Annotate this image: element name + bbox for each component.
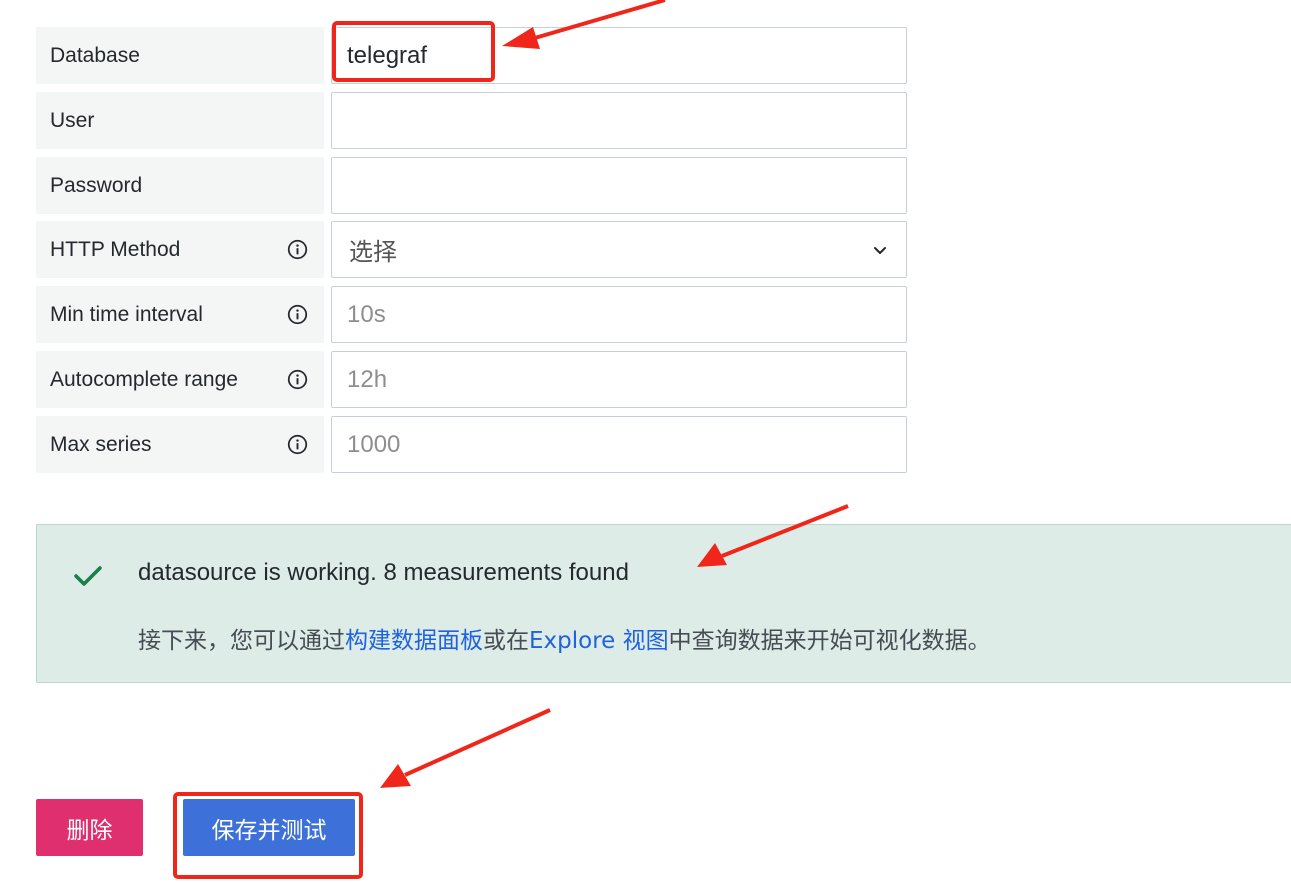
database-input[interactable] bbox=[347, 41, 906, 70]
alert-body-prefix: 接下来，您可以通过 bbox=[138, 628, 345, 654]
database-label: Database bbox=[36, 27, 324, 84]
info-icon[interactable] bbox=[287, 304, 308, 325]
info-icon[interactable] bbox=[287, 239, 308, 260]
build-dashboard-link[interactable]: 构建数据面板 bbox=[345, 628, 483, 654]
max-series-label: Max series bbox=[50, 432, 152, 456]
max-series-label-cell: Max series bbox=[36, 416, 324, 473]
user-field-wrapper[interactable] bbox=[331, 92, 907, 149]
min-time-interval-field-wrapper[interactable] bbox=[331, 286, 907, 343]
form-row-http-method: HTTP Method 选择 bbox=[36, 221, 907, 279]
annotation-arrow-save bbox=[380, 708, 551, 788]
min-time-interval-label: Min time interval bbox=[50, 302, 203, 326]
form-row-user: User bbox=[36, 92, 907, 150]
max-series-input[interactable] bbox=[347, 430, 906, 459]
password-label: Password bbox=[36, 157, 324, 214]
max-series-field-wrapper[interactable] bbox=[331, 416, 907, 473]
alert-body: 接下来，您可以通过构建数据面板或在Explore 视图中查询数据来开始可视化数据… bbox=[138, 621, 991, 655]
http-method-select-value: 选择 bbox=[349, 239, 397, 266]
http-method-select[interactable]: 选择 bbox=[331, 221, 907, 278]
alert-title: datasource is working. 8 measurements fo… bbox=[138, 559, 629, 586]
password-field-wrapper[interactable] bbox=[331, 157, 907, 214]
form-row-password: Password bbox=[36, 157, 907, 215]
user-input[interactable] bbox=[347, 106, 906, 135]
save-and-test-button[interactable]: 保存并测试 bbox=[183, 799, 355, 856]
form-row-max-series: Max series bbox=[36, 416, 907, 474]
autocomplete-range-field-wrapper[interactable] bbox=[331, 351, 907, 408]
alert-body-mid: 或在 bbox=[483, 628, 529, 654]
datasource-settings-page: Database User Password HTTP Method 选择 bbox=[0, 0, 1291, 883]
min-time-interval-label-cell: Min time interval bbox=[36, 286, 324, 343]
min-time-interval-input[interactable] bbox=[347, 300, 906, 329]
http-method-label: HTTP Method bbox=[50, 237, 181, 261]
info-icon[interactable] bbox=[287, 369, 308, 390]
http-method-label-cell: HTTP Method bbox=[36, 221, 324, 278]
success-alert: datasource is working. 8 measurements fo… bbox=[36, 524, 1291, 683]
chevron-down-icon bbox=[874, 246, 886, 254]
check-icon bbox=[74, 566, 102, 586]
explore-view-link[interactable]: Explore 视图 bbox=[529, 628, 669, 654]
password-input[interactable] bbox=[347, 171, 906, 200]
form-row-autocomplete-range: Autocomplete range bbox=[36, 351, 907, 409]
autocomplete-range-input[interactable] bbox=[347, 365, 906, 394]
form-row-database: Database bbox=[36, 27, 907, 85]
user-label: User bbox=[36, 92, 324, 149]
form-row-min-time-interval: Min time interval bbox=[36, 286, 907, 344]
autocomplete-range-label-cell: Autocomplete range bbox=[36, 351, 324, 408]
autocomplete-range-label: Autocomplete range bbox=[50, 367, 238, 391]
info-icon[interactable] bbox=[287, 434, 308, 455]
database-field-wrapper[interactable] bbox=[331, 27, 907, 84]
delete-button[interactable]: 删除 bbox=[36, 799, 143, 856]
alert-body-suffix: 中查询数据来开始可视化数据。 bbox=[668, 628, 991, 654]
